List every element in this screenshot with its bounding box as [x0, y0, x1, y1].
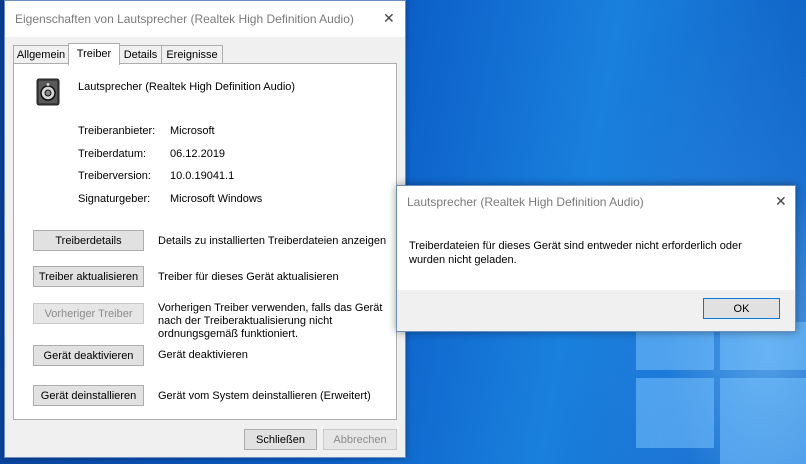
uninstall-device-description: Gerät vom System deinstallieren (Erweite… [158, 390, 371, 402]
version-value: 10.0.19041.1 [170, 170, 235, 182]
driver-tab-panel: Lautsprecher (Realtek High Definition Au… [13, 63, 397, 420]
message-dialog: Lautsprecher (Realtek High Definition Au… [396, 185, 796, 332]
version-label: Treiberversion: [78, 170, 151, 182]
date-value: 06.12.2019 [170, 148, 226, 160]
speaker-icon [36, 78, 60, 106]
dialog-message: Treiberdateien für dieses Gerät sind ent… [409, 240, 742, 266]
windows-logo-pane [636, 378, 714, 448]
device-name: Lautsprecher (Realtek High Definition Au… [78, 81, 296, 93]
ok-button[interactable]: OK [703, 298, 780, 319]
signer-value: Microsoft Windows [170, 193, 263, 205]
date-label: Treiberdatum: [78, 148, 147, 160]
close-button[interactable]: Schließen [244, 429, 317, 450]
driver-details-button[interactable]: Treiberdetails [33, 230, 144, 251]
update-driver-button[interactable]: Treiber aktualisieren [33, 266, 144, 287]
uninstall-device-button[interactable]: Gerät deinstallieren [33, 385, 144, 406]
disable-device-button[interactable]: Gerät deaktivieren [33, 345, 144, 366]
dialog-body: Treiberdateien für dieses Gerät sind ent… [397, 216, 795, 290]
window-title: Eigenschaften von Lautsprecher (Realtek … [15, 12, 354, 26]
tab-treiber[interactable]: Treiber [68, 43, 120, 65]
device-properties-window: Eigenschaften von Lautsprecher (Realtek … [4, 0, 406, 458]
close-icon[interactable]: ✕ [383, 10, 395, 27]
windows-logo-pane [636, 330, 714, 370]
disable-device-description: Gerät deaktivieren [158, 349, 248, 361]
dialog-title-bar: Lautsprecher (Realtek High Definition Au… [397, 186, 795, 216]
rollback-driver-button[interactable]: Vorheriger Treiber [33, 303, 144, 324]
rollback-driver-description: Vorherigen Treiber verwenden, falls das … [158, 302, 383, 340]
signer-label: Signaturgeber: [78, 193, 151, 205]
update-driver-description: Treiber für dieses Gerät aktualisieren [158, 271, 339, 283]
cancel-button[interactable]: Abbrechen [323, 429, 397, 450]
tab-details[interactable]: Details [119, 45, 162, 64]
tab-ereignisse[interactable]: Ereignisse [161, 45, 223, 64]
provider-value: Microsoft [170, 125, 215, 137]
tab-allgemein[interactable]: Allgemein [13, 45, 69, 64]
title-bar: Eigenschaften von Lautsprecher (Realtek … [5, 1, 405, 37]
driver-details-description: Details zu installierten Treiberdateien … [158, 235, 387, 247]
provider-label: Treiberanbieter: [78, 125, 156, 137]
windows-logo-pane [720, 378, 806, 464]
dialog-title: Lautsprecher (Realtek High Definition Au… [407, 195, 644, 209]
close-icon[interactable]: ✕ [775, 193, 787, 210]
